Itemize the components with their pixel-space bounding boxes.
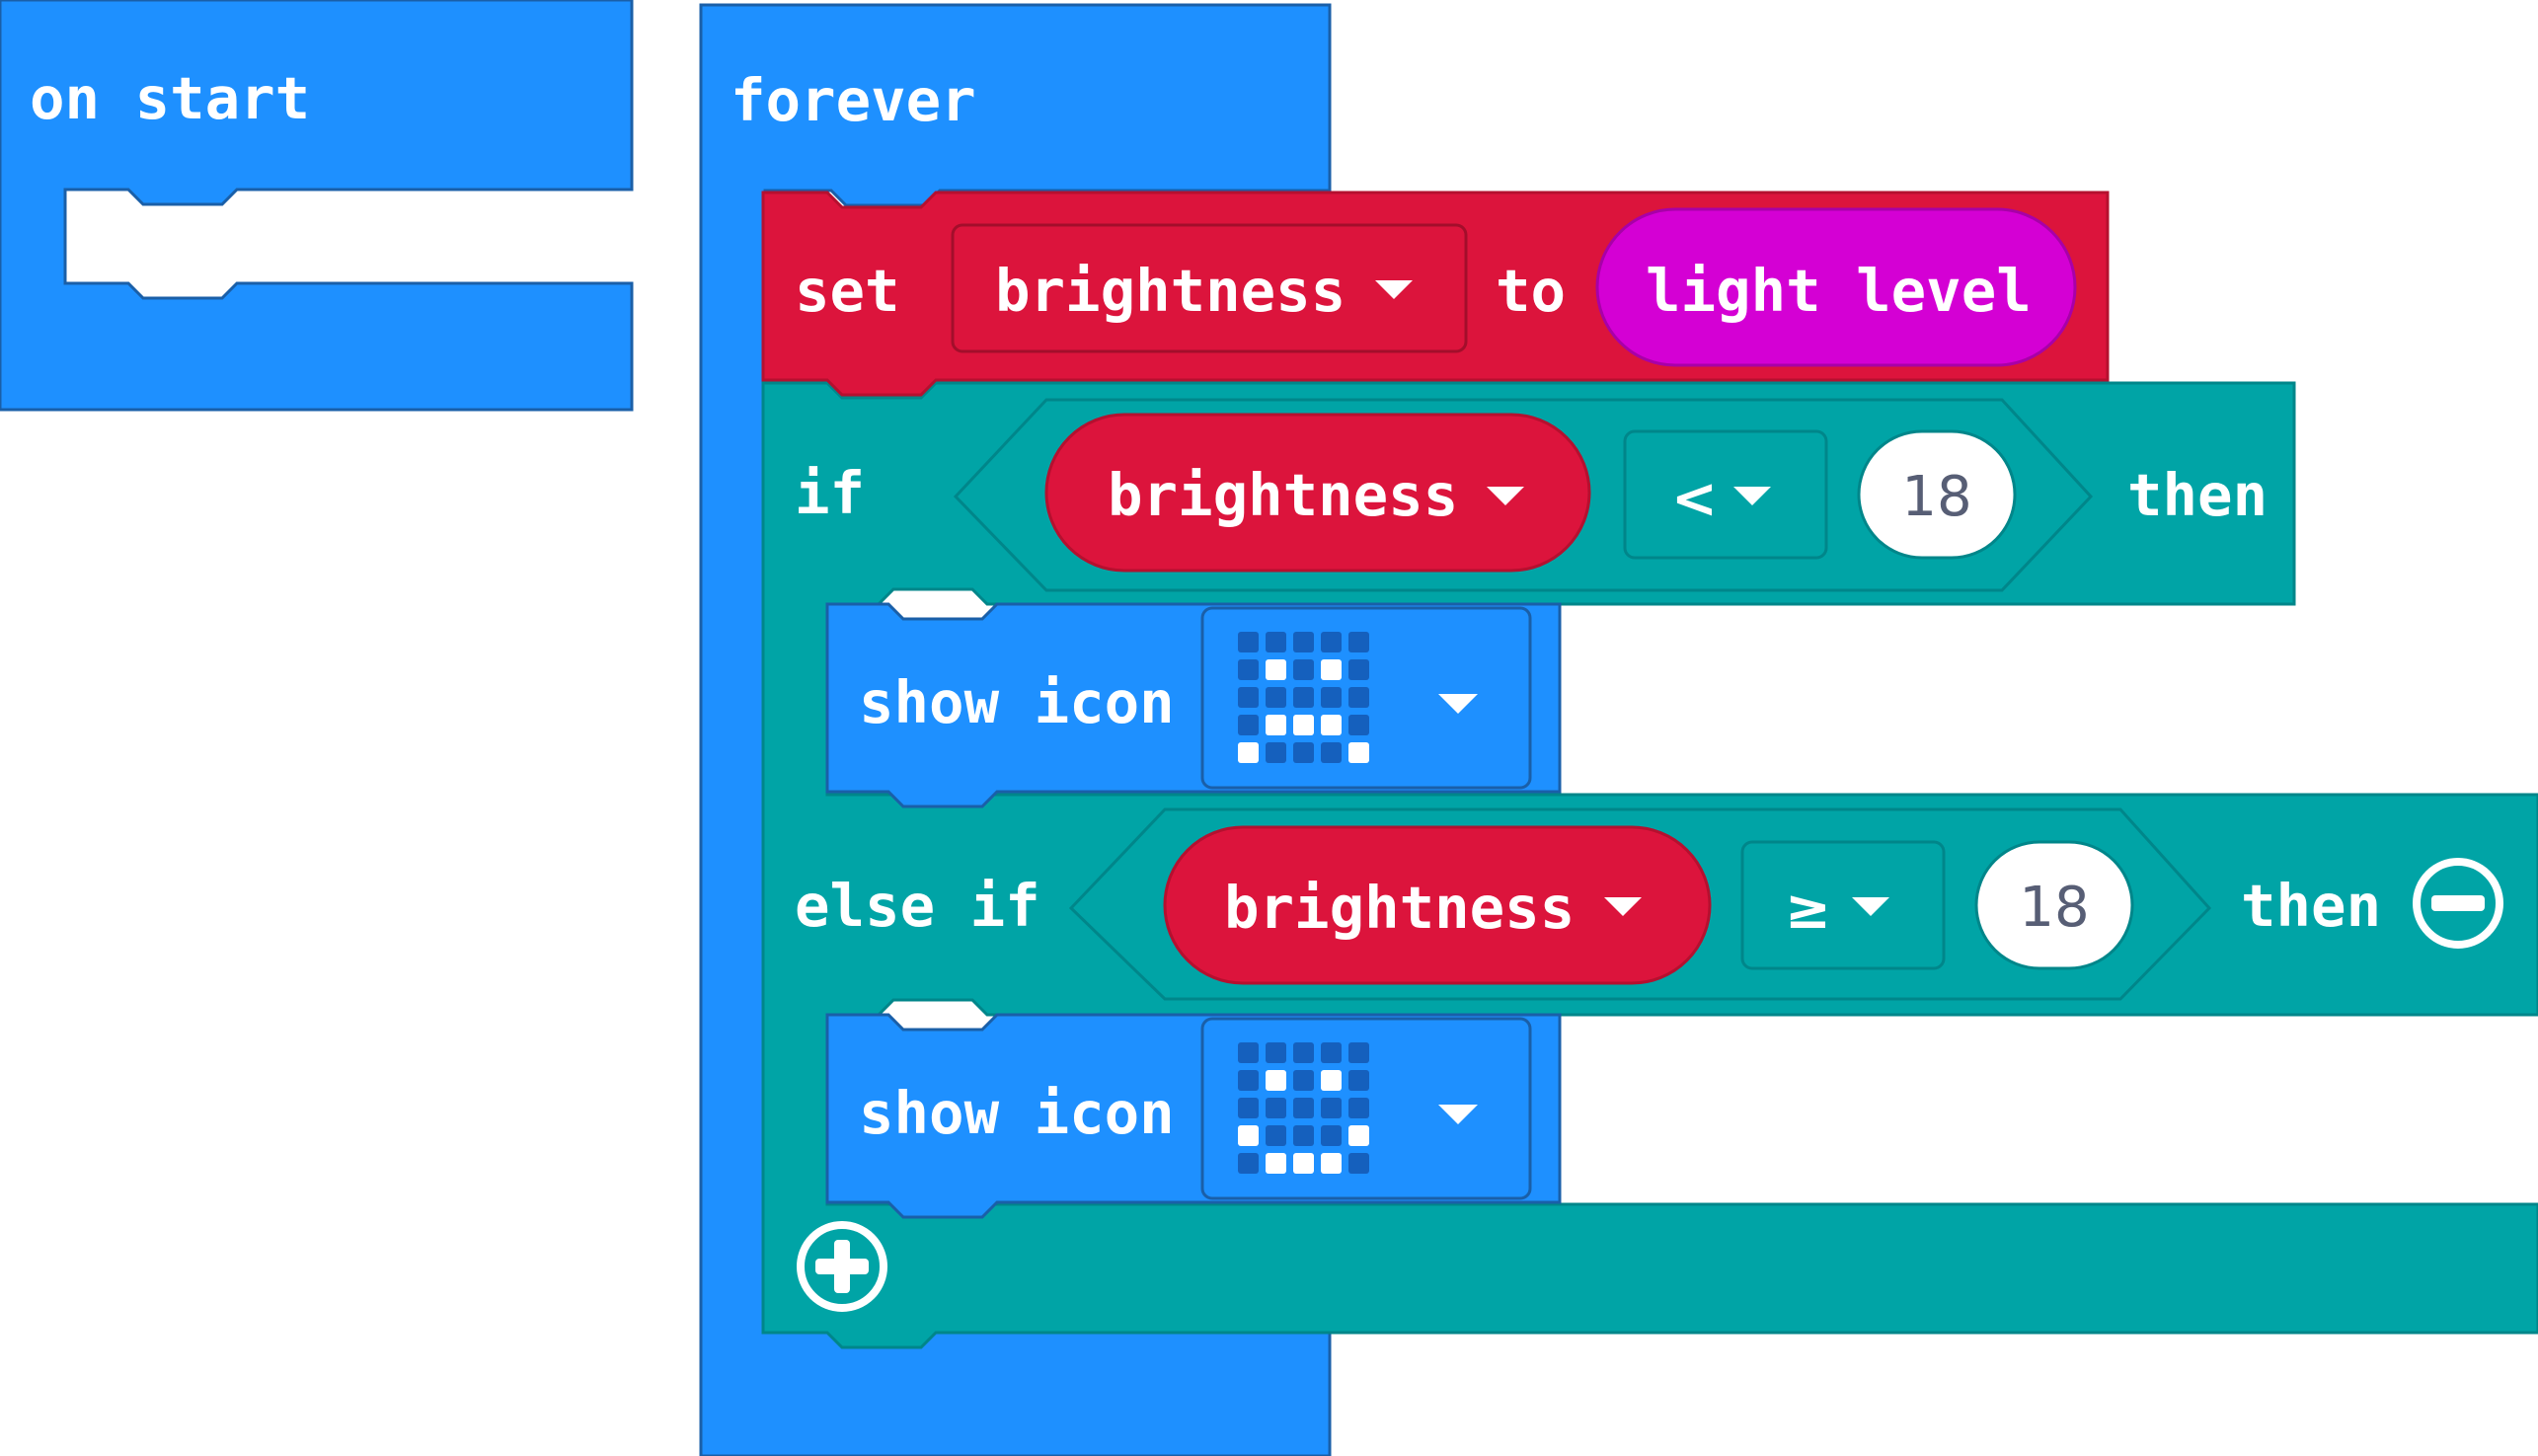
on-start-label: on start bbox=[30, 64, 310, 132]
led-off bbox=[1238, 715, 1259, 735]
led-off bbox=[1348, 1042, 1369, 1063]
led-on bbox=[1348, 1125, 1369, 1146]
show-icon-block-2[interactable]: show icon bbox=[825, 1013, 1562, 1219]
set-label: set bbox=[795, 257, 900, 325]
led-off bbox=[1238, 659, 1259, 680]
show-icon-label-1: show icon bbox=[859, 668, 1175, 736]
led-on bbox=[1321, 1153, 1342, 1174]
if-operator-label: < bbox=[1671, 467, 1718, 531]
set-variable-label: brightness bbox=[995, 257, 1346, 325]
else-if-condition[interactable]: brightness ≥ 18 bbox=[1068, 807, 2212, 1001]
led-on bbox=[1266, 659, 1286, 680]
else-if-operator-dropdown[interactable] bbox=[1740, 840, 1946, 970]
if-operator-dropdown[interactable] bbox=[1623, 429, 1828, 560]
else-if-operator-label: ≥ bbox=[1785, 878, 1831, 942]
led-on bbox=[1293, 1153, 1314, 1174]
if-label: if bbox=[795, 459, 865, 527]
led-grid-2 bbox=[1238, 1042, 1369, 1174]
led-off bbox=[1321, 742, 1342, 763]
led-on bbox=[1293, 715, 1314, 735]
led-on bbox=[1238, 1125, 1259, 1146]
led-on bbox=[1321, 715, 1342, 735]
led-on bbox=[1266, 1153, 1286, 1174]
led-off bbox=[1293, 1125, 1314, 1146]
if-variable-label: brightness bbox=[1108, 461, 1458, 529]
led-off bbox=[1348, 632, 1369, 652]
led-on bbox=[1321, 1070, 1342, 1091]
led-off bbox=[1266, 742, 1286, 763]
led-off bbox=[1293, 632, 1314, 652]
led-off bbox=[1321, 687, 1342, 708]
else-if-value-text: 18 bbox=[2019, 876, 2089, 940]
led-off bbox=[1266, 687, 1286, 708]
if-then-label: then bbox=[2127, 461, 2268, 529]
led-off bbox=[1348, 715, 1369, 735]
led-off bbox=[1293, 659, 1314, 680]
to-label: to bbox=[1496, 257, 1566, 325]
on-start-block[interactable]: on start bbox=[0, 0, 634, 412]
led-off bbox=[1266, 1098, 1286, 1118]
show-icon-label-2: show icon bbox=[859, 1079, 1175, 1147]
led-off bbox=[1348, 1098, 1369, 1118]
led-off bbox=[1293, 742, 1314, 763]
led-off bbox=[1348, 687, 1369, 708]
led-off bbox=[1238, 1153, 1259, 1174]
led-off bbox=[1238, 632, 1259, 652]
on-start-block-body[interactable] bbox=[0, 0, 634, 412]
led-on bbox=[1348, 742, 1369, 763]
led-off bbox=[1293, 687, 1314, 708]
led-off bbox=[1348, 659, 1369, 680]
led-off bbox=[1238, 687, 1259, 708]
set-block[interactable]: set brightness to light level bbox=[761, 191, 2110, 397]
else-if-label: else if bbox=[795, 872, 1040, 940]
led-on bbox=[1266, 1070, 1286, 1091]
if-condition[interactable]: brightness < 18 bbox=[953, 398, 2094, 592]
if-value-text: 18 bbox=[1901, 465, 1971, 529]
led-off bbox=[1321, 632, 1342, 652]
led-on bbox=[1238, 742, 1259, 763]
led-off bbox=[1266, 632, 1286, 652]
show-icon-block-1[interactable]: show icon bbox=[825, 602, 1562, 808]
else-if-then-label: then bbox=[2241, 872, 2381, 940]
led-on bbox=[1266, 715, 1286, 735]
else-if-variable-label: brightness bbox=[1224, 874, 1575, 942]
led-off bbox=[1348, 1070, 1369, 1091]
led-off bbox=[1321, 1098, 1342, 1118]
light-level-label: light level bbox=[1646, 257, 2032, 325]
led-off bbox=[1293, 1070, 1314, 1091]
led-off bbox=[1321, 1125, 1342, 1146]
led-off bbox=[1266, 1042, 1286, 1063]
led-grid-1 bbox=[1238, 632, 1369, 763]
led-off bbox=[1238, 1098, 1259, 1118]
led-off bbox=[1238, 1042, 1259, 1063]
led-off bbox=[1266, 1125, 1286, 1146]
led-off bbox=[1293, 1042, 1314, 1063]
forever-label: forever bbox=[731, 66, 976, 134]
led-off bbox=[1321, 1042, 1342, 1063]
led-off bbox=[1238, 1070, 1259, 1091]
led-on bbox=[1321, 659, 1342, 680]
led-off bbox=[1293, 1098, 1314, 1118]
led-off bbox=[1348, 1153, 1369, 1174]
